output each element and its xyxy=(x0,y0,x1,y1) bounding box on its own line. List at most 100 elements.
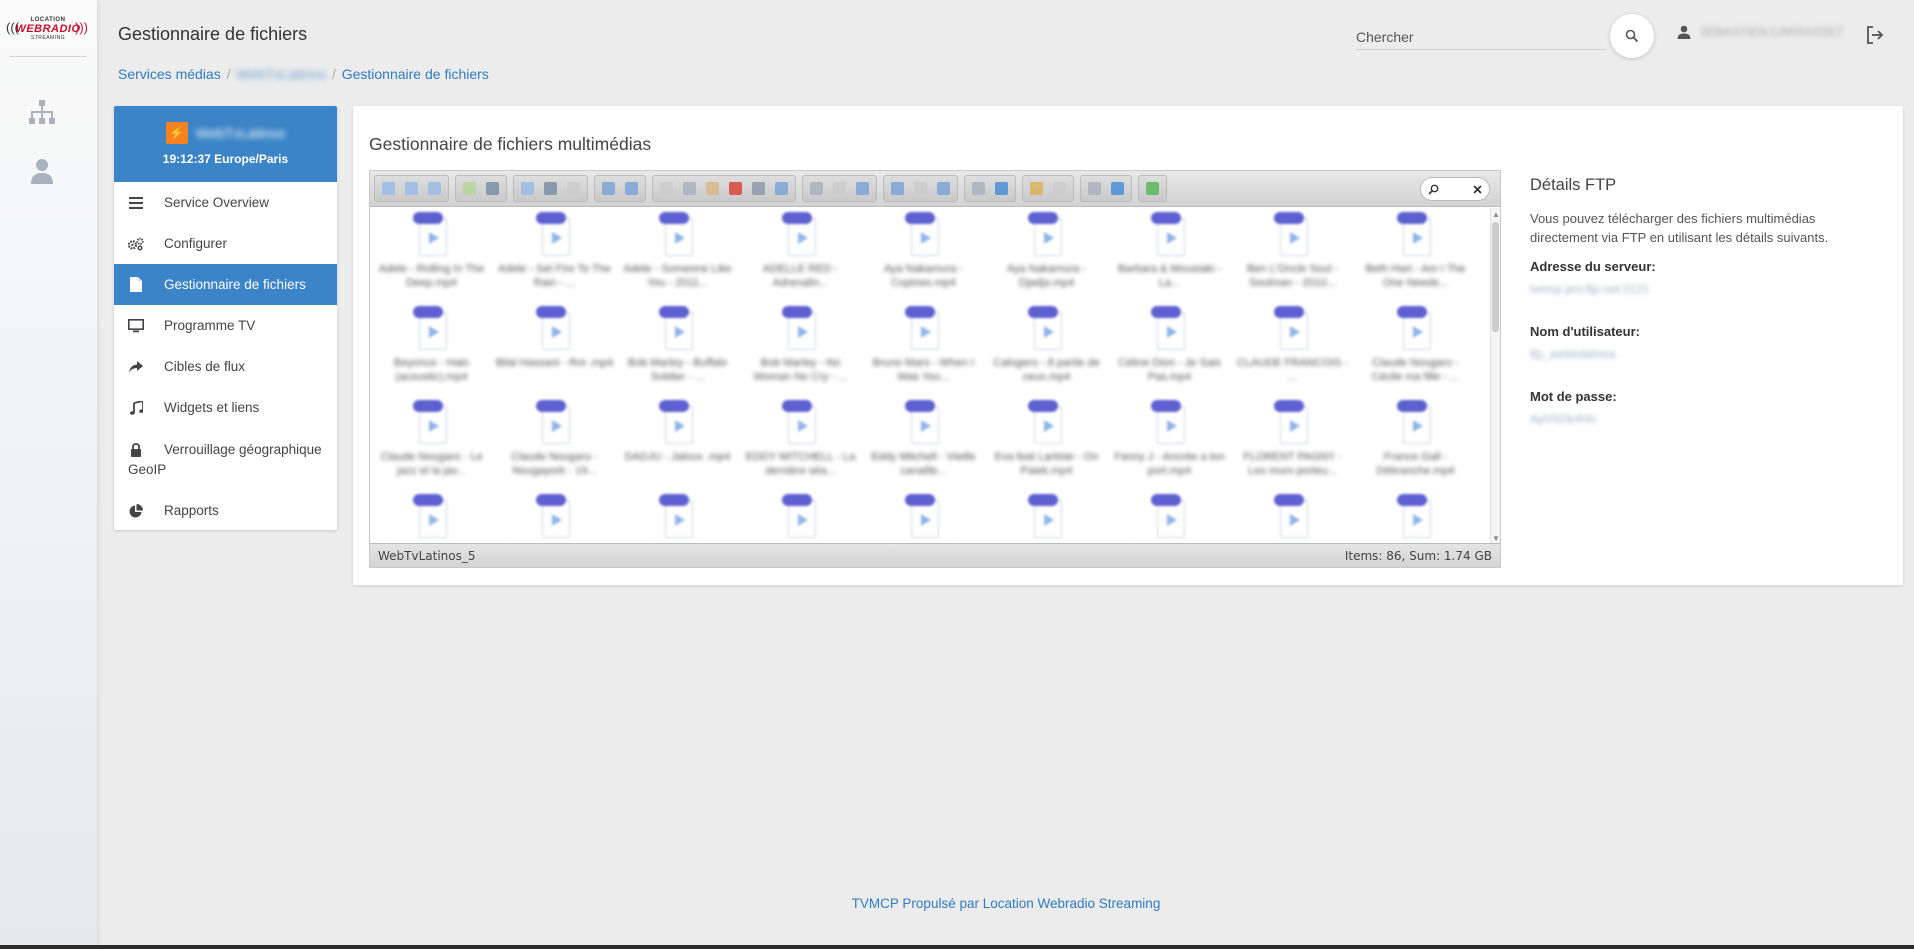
small-icons-icon[interactable] xyxy=(910,178,931,199)
file-item[interactable]: Grand Corps Malade - Mesdames.mp4 xyxy=(493,490,616,543)
menu-item-programme-tv[interactable]: Programme TV xyxy=(114,305,337,346)
info-icon[interactable] xyxy=(991,178,1012,199)
details-view-icon[interactable] xyxy=(1026,178,1047,199)
list-view-icon[interactable] xyxy=(933,178,954,199)
menu-item-widgets[interactable]: Widgets et liens xyxy=(114,387,337,428)
file-item[interactable]: ADELLE RED - Adrenalin... xyxy=(739,208,862,302)
redo-icon[interactable] xyxy=(621,178,642,199)
menu-item-label: Verrouillage géographique GeoIP xyxy=(128,442,322,477)
file-item[interactable]: Kendji Girac - Andalouse.mp4 xyxy=(1231,490,1354,543)
breadcrumb-services[interactable]: Services médias xyxy=(118,66,221,82)
delete-icon[interactable] xyxy=(725,178,746,199)
duplicate-icon[interactable] xyxy=(748,178,769,199)
file-item[interactable]: Bruno Mars - When I Was You... xyxy=(862,302,985,396)
file-item[interactable]: Eva feat Lartiste - On Paiek.mp4 xyxy=(985,396,1108,490)
back-icon[interactable] xyxy=(378,178,399,199)
file-item[interactable]: DADJU - Jaloux .mp4 xyxy=(616,396,739,490)
menu-item-configurer[interactable]: Configurer xyxy=(114,223,337,264)
file-item[interactable]: Francis Cabrel - La corrida.mp4 xyxy=(370,490,493,543)
file-item[interactable]: Bob Marley - Buffalo Soldier - ... xyxy=(616,302,739,396)
search-button[interactable] xyxy=(1610,14,1654,58)
file-item[interactable]: Ben L'Oncle Soul - Soulman - 2010... xyxy=(1231,208,1354,302)
forward-icon[interactable] xyxy=(401,178,422,199)
file-item[interactable]: Claude Nougaro - Nougayork - 19... xyxy=(493,396,616,490)
file-item[interactable]: Barbara & Moustaki - La... xyxy=(1108,208,1231,302)
clear-icon[interactable] xyxy=(1473,184,1482,194)
video-file-icon xyxy=(1027,306,1066,354)
menu-item-service-overview[interactable]: Service Overview xyxy=(114,182,337,223)
breadcrumb-current[interactable]: Gestionnaire de fichiers xyxy=(342,66,489,82)
select-all-icon[interactable] xyxy=(806,178,827,199)
video-file-icon xyxy=(1396,494,1435,542)
file-item[interactable]: Jain - Makeba.mp4 xyxy=(739,490,862,543)
service-clock: 19:12:37 Europe/Paris xyxy=(162,152,289,166)
file-item[interactable]: France Gall - Débranche.mp4 xyxy=(1354,396,1477,490)
icons-view-icon[interactable] xyxy=(887,178,908,199)
menu-item-label: Configurer xyxy=(164,236,228,251)
menu-item-file-manager[interactable]: Gestionnaire de fichiers xyxy=(114,264,337,305)
file-item[interactable]: Eddy Mitchell - Vieille canaille... xyxy=(862,396,985,490)
file-item[interactable]: FLORENT PAGNY - Les murs porteu... xyxy=(1231,396,1354,490)
file-item[interactable]: Louane - Jour 1.mp4 xyxy=(1354,490,1477,543)
file-item[interactable]: CLAUDE FRANCOIS - ... xyxy=(1231,302,1354,396)
fullscreen-icon[interactable] xyxy=(1142,178,1163,199)
brand-logo[interactable]: ((( LOCATION WEBRADIO STREAMING ))) xyxy=(6,14,88,44)
search-input[interactable] xyxy=(1356,24,1606,50)
toolbar-group xyxy=(594,175,646,202)
file-item[interactable]: Claude Nougaro - Cécile ma fille - ... xyxy=(1354,302,1477,396)
file-item[interactable]: Aya Nakamura - Djadja.mp4 xyxy=(985,208,1108,302)
file-item[interactable]: Claude Nougaro - Le jazz et la jav... xyxy=(370,396,493,490)
paste-icon[interactable] xyxy=(702,178,723,199)
footer-link[interactable]: TVMCP Propulsé par Location Webradio Str… xyxy=(852,896,1161,911)
file-item[interactable]: Beyonce - Halo (acoustic).mp4 xyxy=(370,302,493,396)
menu-item-rapports[interactable]: Rapports xyxy=(114,490,337,530)
save-icon[interactable] xyxy=(482,178,503,199)
file-item[interactable]: Bilal Hassani - Roi .mp4 xyxy=(493,302,616,396)
cut-icon[interactable] xyxy=(679,178,700,199)
file-item[interactable]: Beth Hart - Am I The One Neede... xyxy=(1354,208,1477,302)
extract-icon[interactable] xyxy=(852,178,873,199)
edit-icon[interactable] xyxy=(829,178,850,199)
menu-item-cibles-de-flux[interactable]: Cibles de flux xyxy=(114,346,337,387)
preview-icon[interactable] xyxy=(968,178,989,199)
file-item[interactable]: Johnny Hallyday - Allumer le feu.mp4 xyxy=(985,490,1108,543)
file-item[interactable]: Céline Dion - Je Sais Pas.mp4 xyxy=(1108,302,1231,396)
breadcrumb-service[interactable]: WebTvLatinos xyxy=(237,66,326,82)
select-icon[interactable] xyxy=(563,178,584,199)
video-file-icon xyxy=(535,306,574,354)
file-item[interactable]: Adele - Someone Like You - 2011... xyxy=(616,208,739,302)
file-item[interactable]: EDDY MITCHELL - La dernière séa... xyxy=(739,396,862,490)
file-item[interactable]: Calogero - 8 partie de ceux.mp4 xyxy=(985,302,1108,396)
undo-icon[interactable] xyxy=(598,178,619,199)
up-icon[interactable] xyxy=(424,178,445,199)
file-grid-scrollbar[interactable]: ▲ ▼ xyxy=(1490,208,1500,543)
file-item[interactable]: Aya Nakamura - Copines.mp4 xyxy=(862,208,985,302)
columns-icon[interactable] xyxy=(1049,178,1070,199)
file-item[interactable]: Jean-Jacques Goldman - Envole... xyxy=(862,490,985,543)
logout-icon[interactable] xyxy=(1864,24,1886,46)
help-icon[interactable] xyxy=(1107,178,1128,199)
open-icon[interactable] xyxy=(517,178,538,199)
scroll-down-icon[interactable]: ▼ xyxy=(1492,534,1500,543)
user-icon[interactable] xyxy=(27,156,57,186)
file-manager-search[interactable] xyxy=(1420,177,1490,201)
sitemap-icon[interactable] xyxy=(27,98,57,128)
scroll-up-icon[interactable]: ▲ xyxy=(1492,210,1500,219)
breadcrumb-separator: / xyxy=(226,66,231,82)
settings-icon[interactable] xyxy=(1084,178,1105,199)
copy-icon[interactable] xyxy=(656,178,677,199)
file-item[interactable]: Julien Doré - Paris-Seychelles.mp4 xyxy=(1108,490,1231,543)
menu-item-geoip[interactable]: Verrouillage géographique GeoIP xyxy=(114,428,337,490)
file-item[interactable]: Fanny J - Ancrée a ton port.mp4 xyxy=(1108,396,1231,490)
file-item[interactable]: Indila - Dernière danse.mp4 xyxy=(616,490,739,543)
rename-icon[interactable] xyxy=(771,178,792,199)
file-item[interactable]: Adele - Rolling In The Deep.mp4 xyxy=(370,208,493,302)
new-file-icon[interactable] xyxy=(459,178,480,199)
scrollbar-thumb[interactable] xyxy=(1492,222,1499,332)
logo-line3: STREAMING xyxy=(30,35,66,41)
file-item[interactable]: Adele - Set Fire To The Rain - ... xyxy=(493,208,616,302)
download-icon[interactable] xyxy=(540,178,561,199)
service-name: WebTvLatinos xyxy=(195,125,286,141)
user-menu[interactable]: SEBASTIEN CARRASSET xyxy=(1676,24,1844,40)
file-item[interactable]: Bob Marley - No Woman No Cry - ... xyxy=(739,302,862,396)
